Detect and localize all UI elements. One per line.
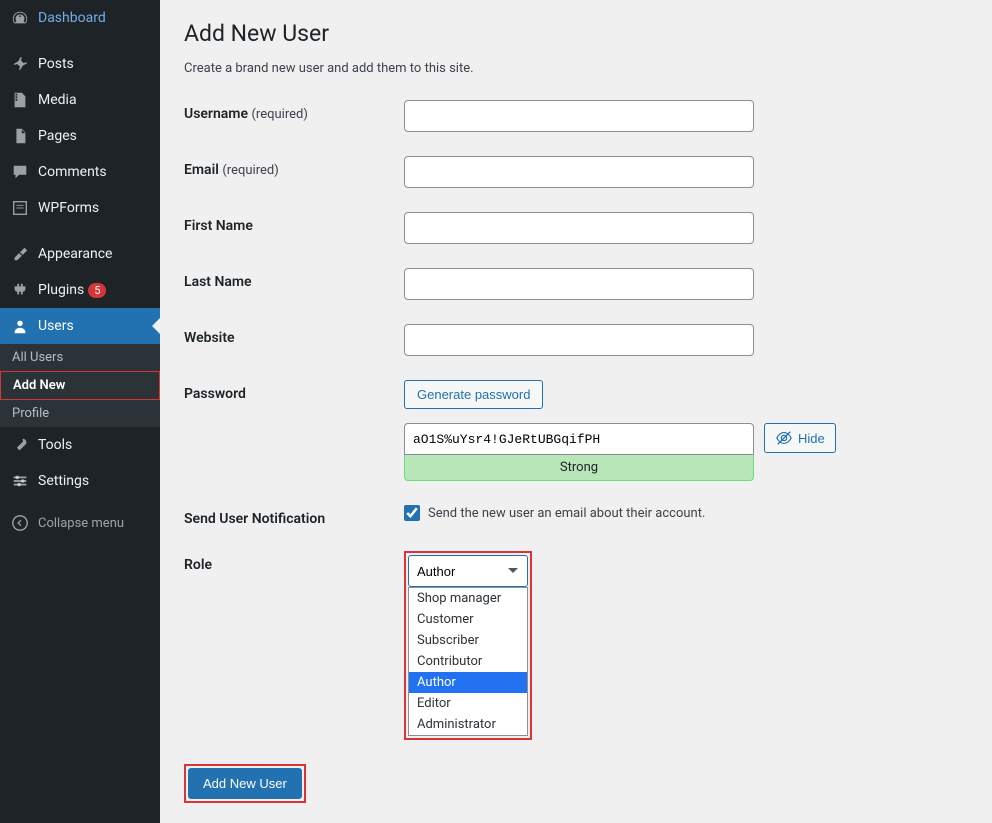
sidebar-label: Plugins (38, 282, 84, 298)
password-label: Password (184, 380, 404, 402)
media-icon (10, 90, 30, 110)
brush-icon (10, 244, 30, 264)
sidebar-label: Pages (38, 128, 77, 144)
role-option-customer[interactable]: Customer (409, 609, 527, 630)
page-subtitle: Create a brand new user and add them to … (184, 61, 968, 76)
sidebar-item-pages[interactable]: Pages (0, 118, 160, 154)
role-option-subscriber[interactable]: Subscriber (409, 630, 527, 651)
sidebar-item-comments[interactable]: Comments (0, 154, 160, 190)
role-dropdown: Shop manager Customer Subscriber Contrib… (408, 587, 528, 736)
role-option-shop-manager[interactable]: Shop manager (409, 588, 527, 609)
sidebar-label: Appearance (38, 246, 112, 262)
user-icon (10, 316, 30, 336)
plugins-badge: 5 (88, 283, 106, 298)
form-icon (10, 198, 30, 218)
website-label: Website (184, 324, 404, 346)
sidebar-item-media[interactable]: Media (0, 82, 160, 118)
notification-checkbox-wrap[interactable]: Send the new user an email about their a… (404, 505, 968, 521)
submenu-add-new[interactable]: Add New (0, 371, 160, 400)
collapse-label: Collapse menu (38, 516, 124, 531)
sidebar-label: Comments (38, 164, 107, 180)
wrench-icon (10, 435, 30, 455)
hide-password-button[interactable]: Hide (764, 423, 836, 453)
website-input[interactable] (404, 324, 754, 356)
role-option-editor[interactable]: Editor (409, 693, 527, 714)
sidebar-label: Dashboard (38, 10, 106, 26)
sidebar-item-appearance[interactable]: Appearance (0, 236, 160, 272)
password-strength: Strong (404, 455, 754, 481)
submit-highlight: Add New User (184, 764, 306, 803)
notification-text: Send the new user an email about their a… (428, 506, 705, 521)
users-submenu: All Users Add New Profile (0, 344, 160, 427)
role-option-author[interactable]: Author (409, 672, 527, 693)
sidebar-label: Posts (38, 56, 74, 72)
sidebar-label: Settings (38, 473, 89, 489)
email-label: Email (required) (184, 156, 404, 178)
sidebar-label: Media (38, 92, 77, 108)
admin-sidebar: Dashboard Posts Media Pages Comments WPF… (0, 0, 160, 823)
sidebar-item-posts[interactable]: Posts (0, 46, 160, 82)
email-input[interactable] (404, 156, 754, 188)
dashboard-icon (10, 8, 30, 28)
sidebar-label: WPForms (38, 200, 99, 216)
sidebar-item-tools[interactable]: Tools (0, 427, 160, 463)
lastname-input[interactable] (404, 268, 754, 300)
page-title: Add New User (184, 20, 968, 47)
sidebar-item-wpforms[interactable]: WPForms (0, 190, 160, 226)
sidebar-label: Tools (38, 437, 72, 453)
role-select[interactable] (408, 555, 528, 587)
comment-icon (10, 162, 30, 182)
role-label: Role (184, 551, 404, 573)
eye-slash-icon (775, 429, 793, 447)
role-option-administrator[interactable]: Administrator (409, 714, 527, 735)
submenu-profile[interactable]: Profile (0, 400, 160, 427)
sidebar-item-plugins[interactable]: Plugins 5 (0, 272, 160, 308)
submenu-all-users[interactable]: All Users (0, 344, 160, 371)
collapse-menu[interactable]: Collapse menu (0, 505, 160, 541)
settings-icon (10, 471, 30, 491)
sidebar-item-settings[interactable]: Settings (0, 463, 160, 499)
plugin-icon (10, 280, 30, 300)
role-highlight: Shop manager Customer Subscriber Contrib… (404, 551, 532, 740)
notification-label: Send User Notification (184, 505, 404, 527)
firstname-input[interactable] (404, 212, 754, 244)
page-icon (10, 126, 30, 146)
add-new-user-button[interactable]: Add New User (188, 768, 302, 799)
lastname-label: Last Name (184, 268, 404, 290)
role-option-contributor[interactable]: Contributor (409, 651, 527, 672)
notification-checkbox[interactable] (404, 505, 420, 521)
sidebar-label: Users (38, 318, 74, 334)
sidebar-item-users[interactable]: Users (0, 308, 160, 344)
password-input[interactable] (404, 423, 754, 455)
firstname-label: First Name (184, 212, 404, 234)
pin-icon (10, 54, 30, 74)
username-label: Username (required) (184, 100, 404, 122)
sidebar-item-dashboard[interactable]: Dashboard (0, 0, 160, 36)
collapse-icon (10, 513, 30, 533)
main-content: Add New User Create a brand new user and… (160, 0, 992, 823)
generate-password-button[interactable]: Generate password (404, 380, 543, 409)
username-input[interactable] (404, 100, 754, 132)
